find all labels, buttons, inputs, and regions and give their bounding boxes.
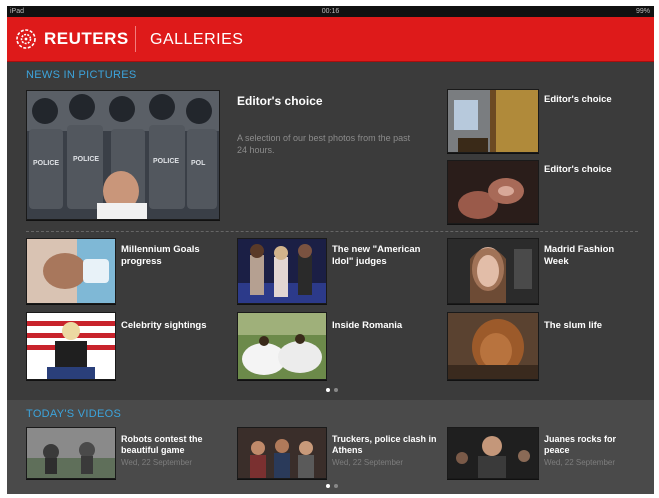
hero-title[interactable]: Editor's choice bbox=[237, 94, 323, 108]
gallery-image-millennium-goals[interactable] bbox=[26, 238, 116, 304]
todays-videos-label: TODAY'S VIDEOS bbox=[26, 408, 122, 420]
side-gallery-image-2[interactable] bbox=[447, 160, 539, 224]
header-divider bbox=[135, 26, 136, 52]
status-bar: iPad 00:16 99% bbox=[7, 6, 654, 17]
page-dot-active[interactable] bbox=[326, 484, 330, 488]
section-title: GALLERIES bbox=[150, 31, 244, 48]
svg-text:POL: POL bbox=[191, 160, 206, 167]
gallery-title-slum-life[interactable]: The slum life bbox=[544, 320, 639, 332]
gallery-title-millennium-goals[interactable]: Millennium Goals progress bbox=[121, 244, 221, 268]
gallery-image-celebrity-sightings[interactable] bbox=[26, 312, 116, 380]
video-thumbnail-juanes[interactable] bbox=[447, 427, 539, 479]
hero-gallery-image[interactable]: POLICE POLICE POLICE POL bbox=[26, 90, 220, 220]
video-title-robots[interactable]: Robots contest the beautiful game bbox=[121, 434, 226, 456]
battery-level: 99% bbox=[635, 8, 650, 15]
svg-text:POLICE: POLICE bbox=[153, 158, 179, 165]
gallery-image-madrid-fashion-week[interactable] bbox=[447, 238, 539, 304]
gallery-title-celebrity-sightings[interactable]: Celebrity sightings bbox=[121, 320, 221, 332]
video-thumbnail-athens[interactable] bbox=[237, 427, 327, 479]
section-divider bbox=[26, 231, 638, 232]
svg-text:POLICE: POLICE bbox=[33, 160, 59, 167]
brand-name[interactable]: REUTERS bbox=[44, 28, 129, 50]
gallery-title-madrid-fashion-week[interactable]: Madrid Fashion Week bbox=[544, 244, 639, 268]
side-gallery-title-1[interactable]: Editor's choice bbox=[544, 94, 612, 106]
video-date-robots: Wed, 22 September bbox=[121, 458, 193, 467]
video-thumbnail-robots[interactable] bbox=[26, 427, 116, 479]
video-title-athens[interactable]: Truckers, police clash in Athens bbox=[332, 434, 437, 456]
gallery-image-american-idol[interactable] bbox=[237, 238, 327, 304]
video-date-athens: Wed, 22 September bbox=[332, 458, 404, 467]
page-dot-active[interactable] bbox=[326, 388, 330, 392]
gallery-image-inside-romania[interactable] bbox=[237, 312, 327, 380]
news-in-pictures-label: NEWS IN PICTURES bbox=[26, 69, 137, 81]
app-header: REUTERS GALLERIES bbox=[7, 17, 654, 62]
side-gallery-image-1[interactable] bbox=[447, 89, 539, 153]
gallery-title-american-idol[interactable]: The new "American Idol" judges bbox=[332, 244, 437, 268]
side-gallery-title-2[interactable]: Editor's choice bbox=[544, 164, 612, 176]
status-time: 00:16 bbox=[321, 8, 340, 15]
reuters-logo-icon[interactable] bbox=[16, 29, 36, 49]
gallery-page-indicator[interactable] bbox=[319, 388, 343, 394]
gallery-title-inside-romania[interactable]: Inside Romania bbox=[332, 320, 432, 332]
ipad-screen: iPad 00:16 99% REUTERS GALLERIES NEWS IN… bbox=[7, 6, 654, 494]
videos-page-indicator[interactable] bbox=[319, 484, 343, 490]
hero-description: A selection of our best photos from the … bbox=[237, 133, 411, 155]
video-date-juanes: Wed, 22 September bbox=[544, 458, 616, 467]
page-dot[interactable] bbox=[334, 484, 338, 488]
video-title-juanes[interactable]: Juanes rocks for peace bbox=[544, 434, 639, 456]
svg-text:POLICE: POLICE bbox=[73, 156, 99, 163]
page-dot[interactable] bbox=[334, 388, 338, 392]
gallery-image-slum-life[interactable] bbox=[447, 312, 539, 380]
